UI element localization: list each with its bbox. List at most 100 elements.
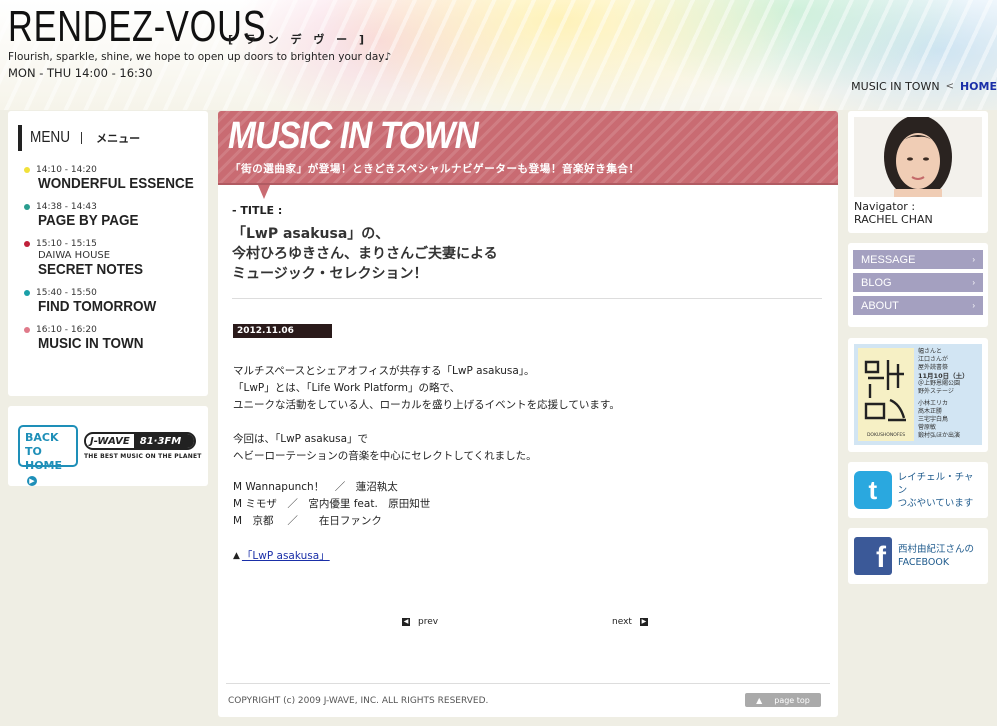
twitter-panel[interactable]: t レイチェル・チャン つぶやいています xyxy=(848,462,988,518)
menu-item-name: PAGE BY PAGE xyxy=(38,212,139,229)
jwave-slogan: THE BEST MUSIC ON THE PLANET xyxy=(84,453,202,460)
event-line: 野外ステージ xyxy=(918,388,954,395)
menu-dot-icon xyxy=(24,290,30,296)
message-label: MESSAGE xyxy=(861,253,916,266)
menu-item-name: MUSIC IN TOWN xyxy=(38,335,144,352)
menu-item-time: 14:10 - 14:20 xyxy=(36,165,97,175)
event-info: 幅さんと 江口さんが 屋外読書祭 11月10日（土） ＠上野恩賜公園 野外ステー… xyxy=(918,348,969,441)
menu-item-name: FIND TOMORROW xyxy=(38,298,157,315)
playlist-item: M 京都 ／ 在日ファンク xyxy=(233,515,382,527)
menu-item-find-tomorrow[interactable]: 15:40 - 15:50 FIND TOMORROW xyxy=(24,288,198,315)
twitter-line1: レイチェル・チャン xyxy=(897,471,974,496)
corner-subtitle: 「街の選曲家」が登場！ときどきスペシャルナビゲーターも登場！音楽好き集合！ xyxy=(230,163,640,175)
next-label: next xyxy=(612,617,632,627)
banner-edge xyxy=(218,183,838,185)
twitter-icon: t xyxy=(854,471,892,509)
menu-item-wonderful-essence[interactable]: 14:10 - 14:20 WONDERFUL ESSENCE xyxy=(24,165,198,192)
page-top-label: page top xyxy=(774,695,810,705)
corner-title: MUSIC IN TOWN xyxy=(228,115,479,157)
event-poster-art: DOKUSHONOFES xyxy=(858,348,914,441)
article-body: マルチスペースとシェアオフィスが共存する「LwP asakusa」。 「LwP」… xyxy=(233,363,620,482)
event-poster: DOKUSHONOFES xyxy=(858,348,914,441)
article-title: 「LwP asakusa」の、 今村ひろゆきさん、まりさんご夫妻による ミュージ… xyxy=(232,224,498,284)
facebook-text: 西村由紀江さんの FACEBOOK xyxy=(898,543,974,569)
event-line: 小林エリカ xyxy=(918,400,949,407)
breadcrumb-separator: < xyxy=(945,81,954,92)
arrow-up-icon: ▲ xyxy=(756,695,763,705)
menu-item-page-by-page[interactable]: 14:38 - 14:43 PAGE BY PAGE xyxy=(24,202,198,229)
broadcast-schedule: MON - THU 14:00 - 16:30 xyxy=(8,66,153,80)
arrow-right-icon: ▶ xyxy=(639,618,648,626)
site-logo-kana: [ ラ ン デ ヴ ー ] xyxy=(228,33,369,46)
copyright: COPYRIGHT (c) 2009 J-WAVE, INC. ALL RIGH… xyxy=(228,696,489,706)
event-line: 菅原敏 xyxy=(918,424,937,431)
menu-item-name: SECRET NOTES xyxy=(38,261,144,278)
breadcrumb-current: MUSIC IN TOWN xyxy=(851,80,940,93)
menu-list: 14:10 - 14:20 WONDERFUL ESSENCE 14:38 - … xyxy=(18,165,198,352)
article-date: 2012.11.06 xyxy=(233,324,332,338)
article-paragraph: 今回は、「LwP asakusa」で ヘビーローテーションの音楽を中心にセレクト… xyxy=(233,431,620,465)
jwave-logo[interactable]: J-WAVE 81·3FM THE BEST MUSIC ON THE PLAN… xyxy=(84,432,202,460)
article-title-line: 今村ひろゆきさん、まりさんご夫妻による xyxy=(232,246,498,262)
prev-link[interactable]: ◀ prev xyxy=(402,617,438,627)
next-link[interactable]: next ▶ xyxy=(612,617,648,627)
navigator-panel[interactable]: Navigator : RACHEL CHAN xyxy=(848,111,988,233)
jwave-logo-text: J-WAVE xyxy=(86,435,134,447)
event-line: 幅さんと xyxy=(918,348,943,355)
article-line: 今回は、「LwP asakusa」で xyxy=(233,433,369,445)
breadcrumb-home-link[interactable]: HOME xyxy=(960,80,997,93)
menu-title-jp: メニュー xyxy=(96,132,141,145)
playlist: M Wannapunch！ ／ 蓮沼執太 M ミモザ ／ 宮内優里 feat. … xyxy=(233,479,430,530)
facebook-panel[interactable]: f 西村由紀江さんの FACEBOOK xyxy=(848,528,988,584)
event-line: 髙木正勝 xyxy=(918,408,943,415)
article-line: ヘビーローテーションの音楽を中心にセレクトしてくれました。 xyxy=(233,450,537,462)
event-line: ＠上野恩賜公園 xyxy=(918,380,961,387)
about-label: ABOUT xyxy=(861,299,899,312)
navigator-label: Navigator : xyxy=(854,200,916,213)
footer-divider xyxy=(226,683,830,684)
about-button[interactable]: ABOUT › xyxy=(853,296,983,315)
arrow-right-icon: ▶ xyxy=(27,476,37,486)
event-line: 鍛村弘ほか出演 xyxy=(918,432,961,439)
article-line: 「LwP」とは、「Life Work Platform」の略で、 xyxy=(233,382,461,394)
lwp-asakusa-link[interactable]: 「LwP asakusa」 xyxy=(242,548,330,563)
triangle-up-icon: ▲ xyxy=(233,550,240,561)
side-links-panel: MESSAGE › BLOG › ABOUT › xyxy=(848,243,988,327)
pin-icon xyxy=(258,185,270,199)
message-button[interactable]: MESSAGE › xyxy=(853,250,983,269)
navigator-photo xyxy=(854,117,982,197)
menu-dot-icon xyxy=(24,241,30,247)
blog-label: BLOG xyxy=(861,276,892,289)
title-divider xyxy=(232,298,822,299)
back-button-line2: HOME xyxy=(25,459,63,472)
menu-dot-icon xyxy=(24,327,30,333)
event-banner-panel[interactable]: DOKUSHONOFES 幅さんと 江口さんが 屋外読書祭 11月10日（土） … xyxy=(848,338,988,452)
title-label: - TITLE : xyxy=(232,204,283,217)
menu-title-en: MENU xyxy=(30,129,71,146)
menu-item-time: 14:38 - 14:43 xyxy=(36,202,97,212)
back-home-panel: BACK TO HOME ▶ J-WAVE 81·3FM THE BEST MU… xyxy=(8,406,208,486)
navigator-caption: Navigator : RACHEL CHAN xyxy=(854,200,982,226)
event-date: 11月10日（土） xyxy=(918,372,969,380)
menu-item-music-in-town[interactable]: 16:10 - 16:20 MUSIC IN TOWN xyxy=(24,325,198,352)
menu-item-secret-notes[interactable]: 15:10 - 15:15 DAIWA HOUSE SECRET NOTES xyxy=(24,239,198,278)
navigator-name: RACHEL CHAN xyxy=(854,213,933,226)
event-line: 三宅宇白鳥 xyxy=(918,416,949,423)
facebook-line2: FACEBOOK xyxy=(898,557,950,568)
article-line: マルチスペースとシェアオフィスが共存する「LwP asakusa」。 xyxy=(233,365,535,377)
page-top-button[interactable]: ▲ page top xyxy=(745,693,821,707)
event-line: 江口さんが xyxy=(918,356,949,363)
article-title-line: ミュージック・セレクション！ xyxy=(232,266,428,282)
twitter-text: レイチェル・チャン つぶやいています xyxy=(898,471,982,510)
menu-item-sponsor: DAIWA HOUSE xyxy=(38,250,111,261)
facebook-icon: f xyxy=(854,537,892,575)
twitter-line2: つぶやいています xyxy=(897,497,974,509)
navigator-portrait xyxy=(854,117,982,197)
menu-item-time: 15:10 - 15:15 xyxy=(36,239,97,249)
menu-divider xyxy=(81,132,83,144)
menu-item-time: 15:40 - 15:50 xyxy=(36,288,97,298)
back-to-home-button[interactable]: BACK TO HOME ▶ xyxy=(18,425,78,486)
event-banner: DOKUSHONOFES 幅さんと 江口さんが 屋外読書祭 11月10日（土） … xyxy=(854,344,982,445)
site-tagline: Flourish, sparkle, shine, we hope to ope… xyxy=(8,51,392,63)
blog-button[interactable]: BLOG › xyxy=(853,273,983,292)
